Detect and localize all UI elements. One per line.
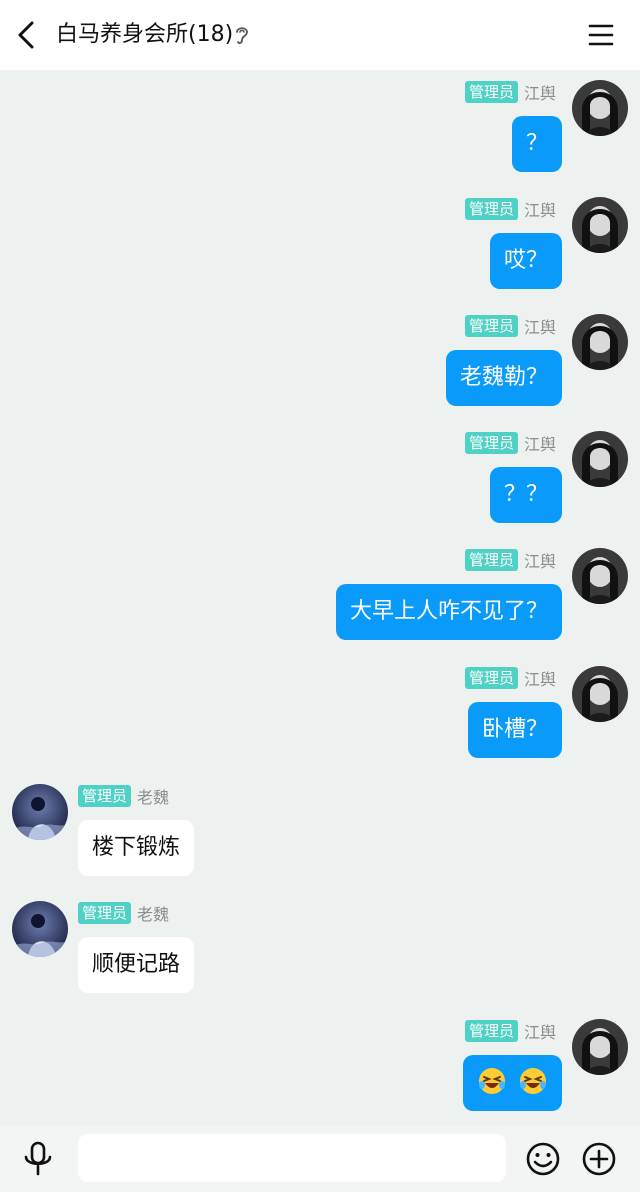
sender-name: 老魏 (137, 905, 170, 924)
chat-header: 白马养身会所(18) (0, 0, 640, 70)
avatar-dark-icon (572, 548, 628, 604)
message-input[interactable] (78, 1134, 506, 1182)
message-bubble[interactable]: 哎？ (489, 233, 562, 289)
avatar-dark-icon (572, 80, 628, 136)
sender-meta: 管理员 老魏 (78, 784, 169, 808)
sender-name: 江舆 (523, 552, 556, 571)
message-bubble[interactable]: ？ (511, 116, 562, 172)
laughing-crying-emoji (479, 1068, 505, 1094)
smiley-icon (526, 1142, 560, 1176)
input-bar (0, 1126, 640, 1192)
sender-meta: 管理员 江舆 (464, 197, 556, 221)
avatar[interactable] (12, 901, 68, 957)
sender-name: 江舆 (523, 435, 556, 454)
emoji-button[interactable] (524, 1140, 562, 1178)
sender-meta: 管理员 江舆 (464, 666, 556, 690)
avatar-blue-icon (12, 901, 68, 957)
avatar[interactable] (12, 784, 68, 840)
sender-name: 江舆 (523, 84, 556, 103)
message-bubble[interactable]: 老魏勒？ (445, 350, 562, 406)
admin-badge: 管理员 (464, 315, 518, 337)
admin-badge: 管理员 (464, 198, 518, 220)
microphone-icon (24, 1141, 52, 1176)
sender-name: 老魏 (137, 788, 170, 807)
avatar[interactable] (572, 80, 628, 136)
avatar-dark-icon (572, 1019, 628, 1075)
voice-button[interactable] (20, 1140, 56, 1178)
avatar[interactable] (572, 1019, 628, 1075)
chevron-left-icon (18, 21, 34, 49)
sender-name: 江舆 (523, 670, 556, 689)
ear-icon (236, 27, 248, 44)
avatar-dark-icon (572, 197, 628, 253)
sender-meta: 管理员 老魏 (78, 901, 169, 925)
message-bubble[interactable]: 大早上人咋不见了？ (335, 584, 562, 640)
admin-badge: 管理员 (78, 902, 132, 924)
sender-meta: 管理员 江舆 (464, 1019, 556, 1043)
admin-badge: 管理员 (464, 81, 518, 103)
message-bubble[interactable]: ？？ (489, 467, 562, 523)
avatar-dark-icon (572, 431, 628, 487)
message-bubble[interactable] (463, 1055, 562, 1111)
avatar-dark-icon (572, 666, 628, 722)
sender-meta: 管理员 江舆 (464, 80, 556, 104)
admin-badge: 管理员 (464, 667, 518, 689)
avatar[interactable] (572, 314, 628, 370)
back-button[interactable] (10, 17, 46, 53)
avatar[interactable] (572, 431, 628, 487)
sender-meta: 管理员 江舆 (464, 548, 556, 572)
menu-icon (588, 24, 614, 46)
message-bubble[interactable]: 卧槽？ (467, 702, 562, 758)
avatar-dark-icon (572, 314, 628, 370)
plus-circle-icon (582, 1142, 616, 1176)
avatar[interactable] (572, 666, 628, 722)
message-list[interactable]: 管理员 江舆 ？ 管理员 江舆 哎？ 管理员 江舆 老魏勒？ 管理员 江舆 ？？… (0, 70, 640, 1126)
message-bubble[interactable]: 楼下锻炼 (78, 820, 195, 876)
admin-badge: 管理员 (464, 549, 518, 571)
avatar[interactable] (572, 197, 628, 253)
avatar-blue-icon (12, 784, 68, 840)
admin-badge: 管理员 (78, 785, 132, 807)
sender-name: 江舆 (523, 1023, 556, 1042)
avatar[interactable] (572, 548, 628, 604)
sender-name: 江舆 (523, 201, 556, 220)
sender-meta: 管理员 江舆 (464, 314, 556, 338)
admin-badge: 管理员 (464, 432, 518, 454)
laughing-crying-emoji (520, 1068, 546, 1094)
menu-button[interactable] (584, 18, 618, 52)
admin-badge: 管理员 (464, 1020, 518, 1042)
chat-title: 白马养身会所(18) (56, 22, 234, 47)
message-bubble[interactable]: 顺便记路 (78, 937, 195, 993)
sender-name: 江舆 (523, 318, 556, 337)
sender-meta: 管理员 江舆 (464, 431, 556, 455)
more-button[interactable] (580, 1140, 618, 1178)
